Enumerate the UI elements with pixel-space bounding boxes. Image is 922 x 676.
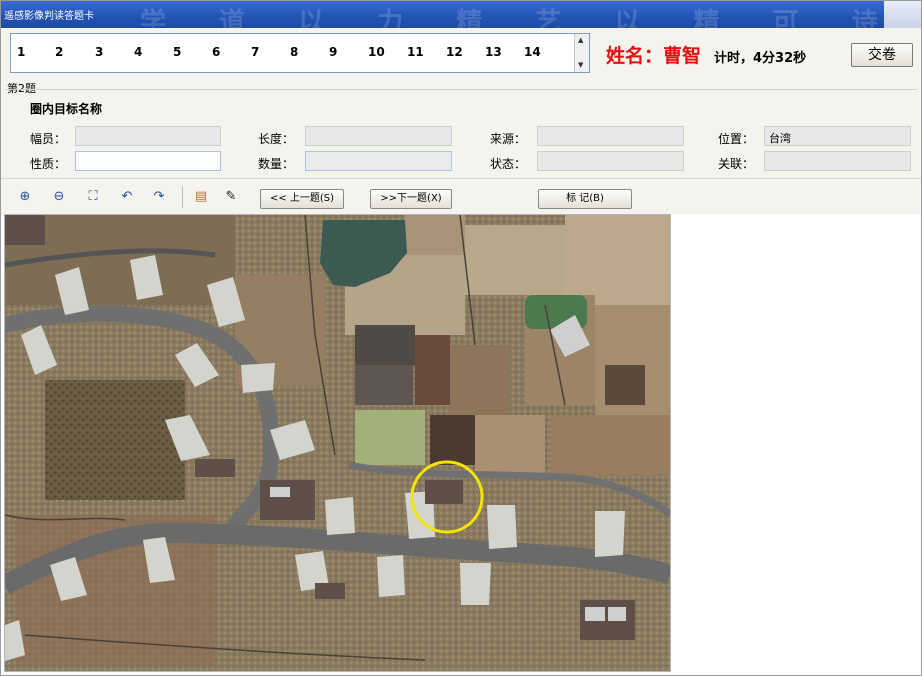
pencil-icon[interactable]: ✎ [222, 188, 240, 206]
xingzhi-field[interactable] [75, 151, 221, 171]
question-number-10[interactable]: 10 [368, 45, 385, 59]
question-number-14[interactable]: 14 [524, 45, 541, 59]
question-number-12[interactable]: 12 [446, 45, 463, 59]
window-controls[interactable] [884, 0, 922, 28]
zhuangtai-label: 状态： [490, 157, 527, 171]
fit-view-icon[interactable]: ⛶ [84, 188, 102, 206]
question-number-7[interactable]: 7 [251, 45, 259, 59]
candidate-name: 姓名：曹智 [606, 45, 702, 67]
question-number-3[interactable]: 3 [95, 45, 103, 59]
submit-button[interactable]: 交卷 [851, 43, 913, 67]
guanlian-label: 关联： [718, 157, 755, 171]
scroll-up-icon[interactable]: ▲ [578, 36, 583, 44]
zoom-in-icon[interactable]: ⊕ [16, 188, 34, 206]
question-number-11[interactable]: 11 [407, 45, 424, 59]
question-number-2[interactable]: 2 [55, 45, 63, 59]
weizhi-label: 位置： [718, 132, 755, 146]
divider [5, 89, 917, 90]
fuyuan-label: 幅员： [30, 132, 67, 146]
question-number-6[interactable]: 6 [212, 45, 220, 59]
forward-icon[interactable]: ↷ [150, 188, 168, 206]
satellite-image[interactable] [0, 214, 674, 672]
section-title: 圈内目标名称 [30, 102, 103, 116]
shuliang-label: 数量： [258, 157, 295, 171]
window-title: 遥感影像判读答题卡 [4, 11, 94, 22]
question-number-list[interactable]: 1 2 3 4 5 6 7 8 9 10 11 12 13 14 ▲ ▼ [10, 33, 590, 73]
zhuangtai-field[interactable] [537, 151, 684, 171]
xingzhi-label: 性质： [30, 157, 67, 171]
shuliang-field[interactable] [305, 151, 452, 171]
satellite-map-svg [0, 214, 674, 671]
layer-icon[interactable]: ▤ [192, 188, 210, 206]
scroll-down-icon[interactable]: ▼ [578, 61, 583, 69]
question-label: 第2题 [7, 82, 36, 95]
changdu-label: 长度： [258, 132, 295, 146]
next-question-button[interactable]: >>下一题(X) [370, 189, 452, 209]
question-number-4[interactable]: 4 [134, 45, 142, 59]
question-number-5[interactable]: 5 [173, 45, 181, 59]
laiyuan-label: 来源： [490, 132, 527, 146]
question-number-8[interactable]: 8 [290, 45, 298, 59]
fuyuan-field[interactable] [75, 126, 221, 146]
title-bar: 遥感影像判读答题卡 学 道 以 力 精 艺 以 精 可 诗 [0, 0, 922, 28]
toolbar-divider [0, 178, 922, 179]
laiyuan-field[interactable] [537, 126, 684, 146]
guanlian-field[interactable] [764, 151, 911, 171]
back-icon[interactable]: ↶ [118, 188, 136, 206]
weizhi-field[interactable]: 台湾 [764, 126, 911, 146]
timer: 计时，4分32秒 [714, 51, 807, 66]
question-number-9[interactable]: 9 [329, 45, 337, 59]
mark-button[interactable]: 标 记(B) [538, 189, 632, 209]
prev-question-button[interactable]: << 上一题(S) [260, 189, 344, 209]
question-number-1[interactable]: 1 [17, 45, 25, 59]
question-number-13[interactable]: 13 [485, 45, 502, 59]
question-list-scrollbar[interactable]: ▲ ▼ [574, 34, 589, 72]
changdu-field[interactable] [305, 126, 452, 146]
toolbar-separator [182, 186, 183, 208]
zoom-out-icon[interactable]: ⊖ [50, 188, 68, 206]
title-watermark: 学 道 以 力 精 艺 以 精 可 诗 [140, 8, 900, 28]
